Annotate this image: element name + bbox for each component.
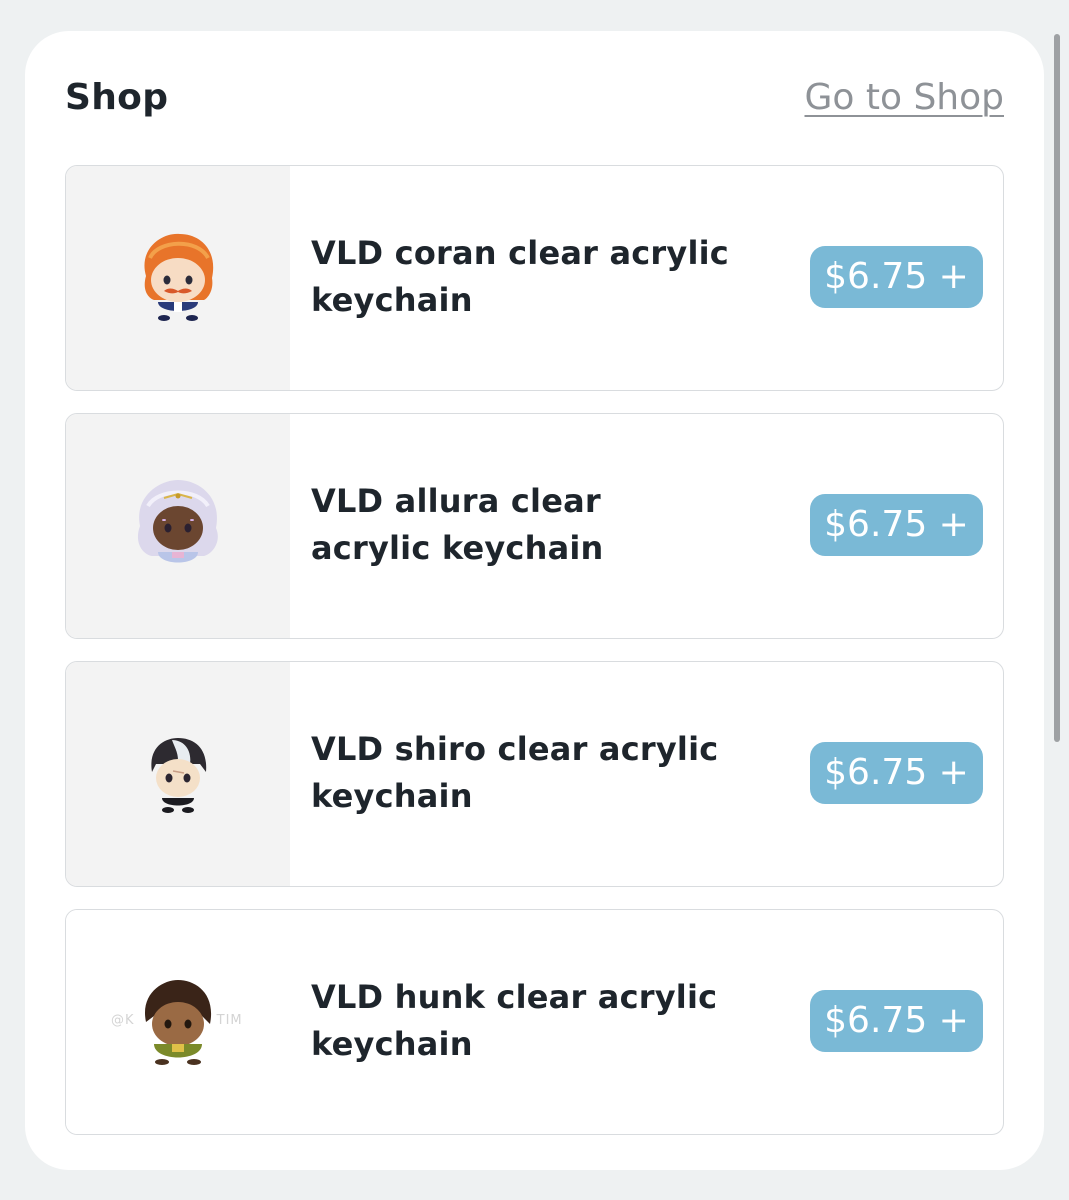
coran-chibi-keychain-icon	[144, 233, 214, 321]
go-to-shop-link[interactable]: Go to Shop	[805, 75, 1005, 121]
price-button[interactable]: $6.75 +	[810, 742, 983, 804]
price-button[interactable]: $6.75 +	[810, 246, 983, 308]
allura-chibi-keychain-icon	[137, 480, 218, 563]
shop-card: Shop Go to Shop VLD coran clear acrylic …	[25, 31, 1044, 1170]
product-list: VLD coran clear acrylic keychain $6.75 +	[65, 165, 1004, 1157]
page: Shop Go to Shop VLD coran clear acrylic …	[0, 0, 1069, 1200]
product-thumbnail[interactable]	[66, 662, 290, 886]
product-item[interactable]: @K TIM VLD hunk clear acrylic keychain $…	[65, 909, 1004, 1135]
price-button[interactable]: $6.75 +	[810, 494, 983, 556]
shiro-chibi-keychain-icon	[151, 738, 207, 813]
product-name[interactable]: VLD allura clear acrylic keychain	[311, 478, 731, 572]
price-button[interactable]: $6.75 +	[810, 990, 983, 1052]
shop-header: Shop Go to Shop	[65, 75, 1004, 121]
product-item[interactable]: VLD coran clear acrylic keychain $6.75 +	[65, 165, 1004, 391]
product-thumbnail[interactable]: @K TIM	[66, 910, 290, 1134]
product-name[interactable]: VLD hunk clear acrylic keychain	[311, 974, 731, 1068]
shop-title: Shop	[65, 77, 169, 118]
product-thumbnail[interactable]	[66, 414, 290, 638]
product-name[interactable]: VLD shiro clear acrylic keychain	[311, 726, 731, 820]
hunk-chibi-keychain-icon	[144, 980, 212, 1065]
scrollbar[interactable]	[1054, 34, 1060, 742]
product-item[interactable]: VLD allura clear acrylic keychain $6.75 …	[65, 413, 1004, 639]
product-thumbnail[interactable]	[66, 166, 290, 390]
product-item[interactable]: VLD shiro clear acrylic keychain $6.75 +	[65, 661, 1004, 887]
product-name[interactable]: VLD coran clear acrylic keychain	[311, 230, 731, 324]
